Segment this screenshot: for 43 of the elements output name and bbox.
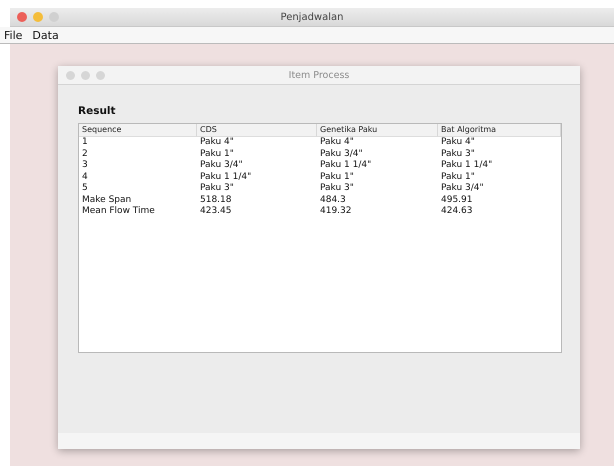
table-cell-text: 495.91: [440, 194, 474, 206]
table-cell-text: 424.63: [440, 206, 474, 218]
table-cell-text: Paku 4": [199, 137, 235, 148]
column-header[interactable]: CDS: [197, 124, 317, 137]
table-cell-text: Paku 3/4": [319, 148, 364, 160]
table-cell-text: Mean Flow Time: [81, 206, 156, 218]
menu-item[interactable]: File: [4, 28, 22, 42]
table-cell-text: 5: [81, 183, 89, 194]
table-cell-text: 1: [81, 137, 89, 148]
column-header[interactable]: Bat Algoritma: [438, 124, 561, 137]
zoom-button[interactable]: [49, 12, 59, 22]
section-heading: Result: [78, 105, 117, 117]
table-cell-text: Paku 4": [440, 137, 476, 148]
table-cell-text: Paku 1 1/4": [440, 160, 494, 172]
table-cell-text: 518.18: [199, 194, 232, 206]
table-cell-text: Paku 3/4": [440, 183, 485, 194]
column-header[interactable]: Genetika Paku: [317, 124, 438, 137]
window-title: Penjadwalan: [280, 12, 344, 22]
dialog-title: Item Process: [288, 70, 350, 80]
table-cell-text: Paku 1": [199, 148, 235, 160]
table-cell-text: Paku 3": [440, 148, 476, 160]
table-cell-text: 423.45: [199, 206, 232, 218]
table-cell-text: Paku 3/4": [199, 160, 244, 172]
minimize-button[interactable]: [33, 12, 43, 22]
menu-item[interactable]: Data: [32, 28, 59, 42]
table-cell-text: 419.32: [319, 206, 352, 218]
column-header[interactable]: Sequence: [79, 124, 197, 137]
table-cell-text: 4: [81, 172, 89, 183]
table-cell-text: Make Span: [81, 194, 132, 206]
minimize-button[interactable]: [81, 70, 90, 80]
table-cell-text: Paku 1 1/4": [319, 160, 372, 172]
table-cell-text: 2: [81, 148, 89, 160]
table-cell-text: Paku 1": [319, 172, 355, 183]
close-button[interactable]: [17, 12, 27, 22]
table-cell-text: Paku 3": [319, 183, 355, 194]
table-cell-text: Paku 1 1/4": [199, 172, 252, 183]
table-cell-text: Paku 4": [319, 137, 355, 148]
table-cell-text: 484.3: [319, 194, 347, 206]
close-button[interactable]: [66, 70, 75, 80]
table-cell-text: Paku 3": [199, 183, 235, 194]
zoom-button[interactable]: [96, 70, 105, 80]
table-cell-text: Paku 1": [440, 172, 476, 183]
table-cell-text: 3: [81, 160, 89, 172]
